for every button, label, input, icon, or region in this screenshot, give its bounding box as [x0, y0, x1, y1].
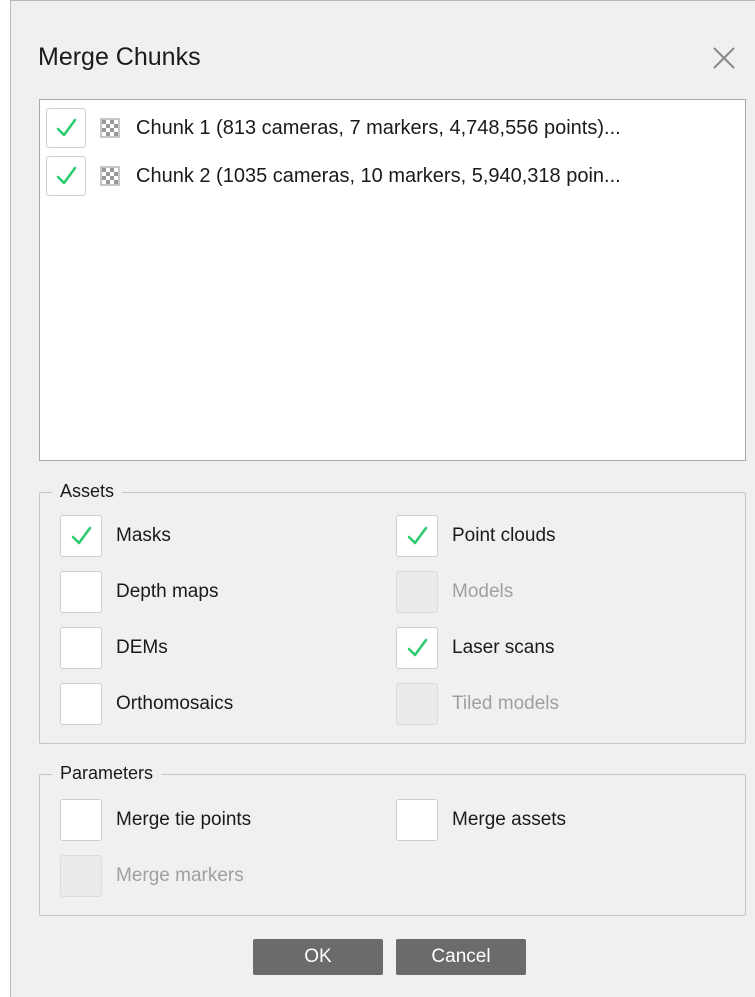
- masks-checkbox[interactable]: [60, 515, 102, 557]
- chunk-1-checkbox[interactable]: [46, 108, 86, 148]
- option-point-clouds[interactable]: Point clouds: [396, 515, 556, 557]
- parameters-legend: Parameters: [52, 763, 162, 784]
- laser-scans-label: Laser scans: [452, 637, 555, 658]
- depth-maps-label: Depth maps: [116, 581, 219, 602]
- option-depth-maps[interactable]: Depth maps: [60, 571, 218, 613]
- merge-tie-points-label: Merge tie points: [116, 809, 252, 830]
- option-models: Models: [396, 571, 513, 613]
- dems-checkbox[interactable]: [60, 627, 102, 669]
- checkmark-icon: [407, 526, 428, 545]
- checkmark-icon: [71, 526, 92, 545]
- merge-assets-checkbox[interactable]: [396, 799, 438, 841]
- close-icon[interactable]: [709, 43, 739, 73]
- chunk-list[interactable]: Chunk 1 (813 cameras, 7 markers, 4,748,5…: [39, 99, 746, 461]
- merge-markers-label: Merge markers: [116, 865, 244, 886]
- checkmark-icon: [56, 118, 77, 137]
- chunk-row-1[interactable]: Chunk 1 (813 cameras, 7 markers, 4,748,5…: [46, 106, 736, 150]
- laser-scans-checkbox[interactable]: [396, 627, 438, 669]
- option-dems[interactable]: DEMs: [60, 627, 168, 669]
- point-clouds-checkbox[interactable]: [396, 515, 438, 557]
- merge-assets-label: Merge assets: [452, 809, 567, 830]
- orthomosaics-checkbox[interactable]: [60, 683, 102, 725]
- chunk-1-label: Chunk 1 (813 cameras, 7 markers, 4,748,5…: [136, 116, 621, 139]
- dialog-title: Merge Chunks: [38, 43, 201, 71]
- option-tiled-models: Tiled models: [396, 683, 559, 725]
- depth-maps-checkbox[interactable]: [60, 571, 102, 613]
- merge-chunks-dialog: Merge Chunks Chunk 1 (813 cameras, 7 mar…: [10, 0, 755, 997]
- checkmark-icon: [407, 638, 428, 657]
- option-merge-markers: Merge markers: [60, 855, 244, 897]
- dems-label: DEMs: [116, 637, 168, 658]
- assets-legend: Assets: [52, 481, 123, 502]
- orthomosaics-label: Orthomosaics: [116, 693, 234, 714]
- cancel-button[interactable]: Cancel: [396, 939, 526, 975]
- checkmark-icon: [56, 166, 77, 185]
- chunk-icon: [100, 166, 120, 186]
- option-laser-scans[interactable]: Laser scans: [396, 627, 554, 669]
- masks-label: Masks: [116, 525, 171, 546]
- models-checkbox: [396, 571, 438, 613]
- title-bar: Merge Chunks: [11, 1, 755, 89]
- merge-markers-checkbox: [60, 855, 102, 897]
- merge-tie-points-checkbox[interactable]: [60, 799, 102, 841]
- tiled-models-label: Tiled models: [452, 693, 560, 714]
- models-label: Models: [452, 581, 514, 602]
- chunk-row-2[interactable]: Chunk 2 (1035 cameras, 10 markers, 5,940…: [46, 154, 736, 198]
- assets-group: Assets Masks Point clouds Depth maps Mod…: [39, 481, 746, 744]
- option-merge-assets[interactable]: Merge assets: [396, 799, 566, 841]
- option-masks[interactable]: Masks: [60, 515, 171, 557]
- chunk-icon: [100, 118, 120, 138]
- option-orthomosaics[interactable]: Orthomosaics: [60, 683, 233, 725]
- chunk-2-checkbox[interactable]: [46, 156, 86, 196]
- tiled-models-checkbox: [396, 683, 438, 725]
- ok-button[interactable]: OK: [253, 939, 383, 975]
- chunk-2-label: Chunk 2 (1035 cameras, 10 markers, 5,940…: [136, 164, 621, 187]
- point-clouds-label: Point clouds: [452, 525, 556, 546]
- option-merge-tie-points[interactable]: Merge tie points: [60, 799, 251, 841]
- parameters-group: Parameters Merge tie points Merge assets…: [39, 763, 746, 916]
